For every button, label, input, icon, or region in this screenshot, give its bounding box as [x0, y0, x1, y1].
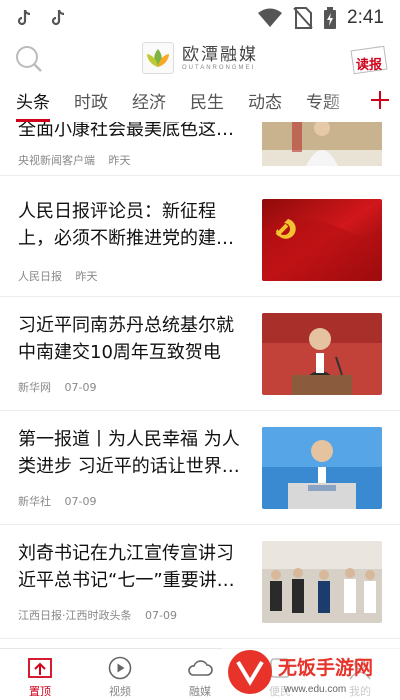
news-title: 全面小康社会最美底色这… — [18, 122, 234, 140]
site-watermark: 无饭手游网 www.edu.com — [222, 644, 400, 700]
logo-subtitle: OUTANRONGMEI — [182, 65, 256, 71]
news-meta: 央视新闻客户端 昨天 — [18, 152, 131, 168]
wifi-icon — [258, 8, 283, 27]
watermark-url: www.edu.com — [283, 684, 346, 695]
tab-headlines[interactable]: 头条 — [16, 88, 50, 122]
play-icon — [108, 656, 132, 680]
news-thumbnail — [262, 427, 382, 509]
news-title: 刘奇书记在九江宣传宣讲习近平总书记“七一”重要讲… — [18, 543, 235, 591]
add-channel-icon[interactable] — [368, 88, 392, 112]
lotus-logo-icon — [142, 42, 174, 74]
news-time: 07-09 — [145, 609, 177, 622]
news-source: 新华网 — [18, 381, 51, 394]
news-title: 人民日报评论员：新征程上，必须不断推进党的建… — [18, 201, 234, 249]
news-meta: 江西日报·江西时政头条 07-09 — [18, 607, 177, 623]
nav-video[interactable]: 视频 — [80, 649, 160, 700]
news-source: 新华社 — [18, 495, 51, 508]
news-meta: 新华社 07-09 — [18, 493, 96, 509]
app-header: 欧潭融媒 OUTANRONGMEI 读报 — [0, 38, 400, 82]
tab-economy[interactable]: 经济 — [132, 88, 166, 122]
news-time: 07-09 — [64, 381, 97, 394]
nav-label: 视频 — [109, 685, 131, 698]
tab-politics[interactable]: 时政 — [74, 88, 108, 122]
news-time: 07-09 — [64, 495, 97, 508]
news-thumbnail — [262, 199, 382, 281]
news-source: 江西日报·江西时政头条 — [18, 609, 132, 622]
tiktok-notification-icon — [17, 9, 31, 26]
nav-label: 置顶 — [29, 685, 51, 698]
tab-updates[interactable]: 动态 — [248, 88, 282, 122]
news-source: 央视新闻客户端 — [18, 154, 95, 167]
nav-label: 融媒 — [189, 685, 211, 698]
news-meta: 新华网 07-09 — [18, 379, 96, 395]
battery-icon — [324, 7, 337, 29]
tiktok-notification-icon — [51, 9, 65, 26]
news-time: 昨天 — [108, 154, 131, 167]
news-item[interactable]: 刘奇书记在九江宣传宣讲习近平总书记“七一”重要讲… 江西日报·江西时政头条 07… — [0, 525, 400, 639]
no-sim-icon — [293, 7, 313, 29]
status-time: 2:41 — [347, 7, 384, 28]
search-icon[interactable] — [14, 44, 44, 74]
app-logo: 欧潭融媒 OUTANRONGMEI — [142, 42, 258, 74]
tab-fade — [324, 82, 360, 122]
read-newspaper-label: 读报 — [356, 58, 383, 73]
tab-livelihood[interactable]: 民生 — [190, 88, 224, 122]
news-list: 全面小康社会最美底色这… 央视新闻客户端 昨天 人民日报评论员：新征程上，必须不… — [0, 122, 400, 648]
news-item[interactable]: 第一报道丨为人民幸福 为人类进步 习近平的话让世界… 新华社 07-09 — [0, 411, 400, 525]
news-item[interactable]: 习近平同南苏丹总统基尔就中南建交10周年互致贺电 新华网 07-09 — [0, 297, 400, 411]
logo-name: 欧潭融媒 — [182, 45, 258, 65]
news-source: 人民日报 — [18, 270, 62, 283]
nav-top[interactable]: 置顶 — [0, 649, 80, 700]
news-thumbnail — [262, 541, 382, 623]
watermark-text: 无饭手游网 — [278, 656, 373, 679]
read-newspaper-button[interactable]: 读报 — [350, 42, 390, 76]
status-bar: 2:41 — [0, 0, 400, 36]
pin-top-icon — [28, 658, 52, 678]
news-title: 习近平同南苏丹总统基尔就中南建交10周年互致贺电 — [18, 315, 234, 363]
news-item[interactable]: 人民日报评论员：新征程上，必须不断推进党的建… 人民日报 昨天 — [0, 183, 400, 297]
category-tab-bar: 头条 时政 经济 民生 动态 专题 — [0, 82, 400, 122]
news-thumbnail — [262, 313, 382, 395]
news-title: 第一报道丨为人民幸福 为人类进步 习近平的话让世界… — [18, 429, 240, 477]
news-item[interactable]: 全面小康社会最美底色这… 央视新闻客户端 昨天 — [0, 122, 400, 176]
cloud-icon — [188, 660, 213, 676]
news-thumbnail — [262, 122, 382, 166]
news-meta: 人民日报 昨天 — [18, 268, 98, 284]
news-time: 昨天 — [75, 270, 98, 283]
